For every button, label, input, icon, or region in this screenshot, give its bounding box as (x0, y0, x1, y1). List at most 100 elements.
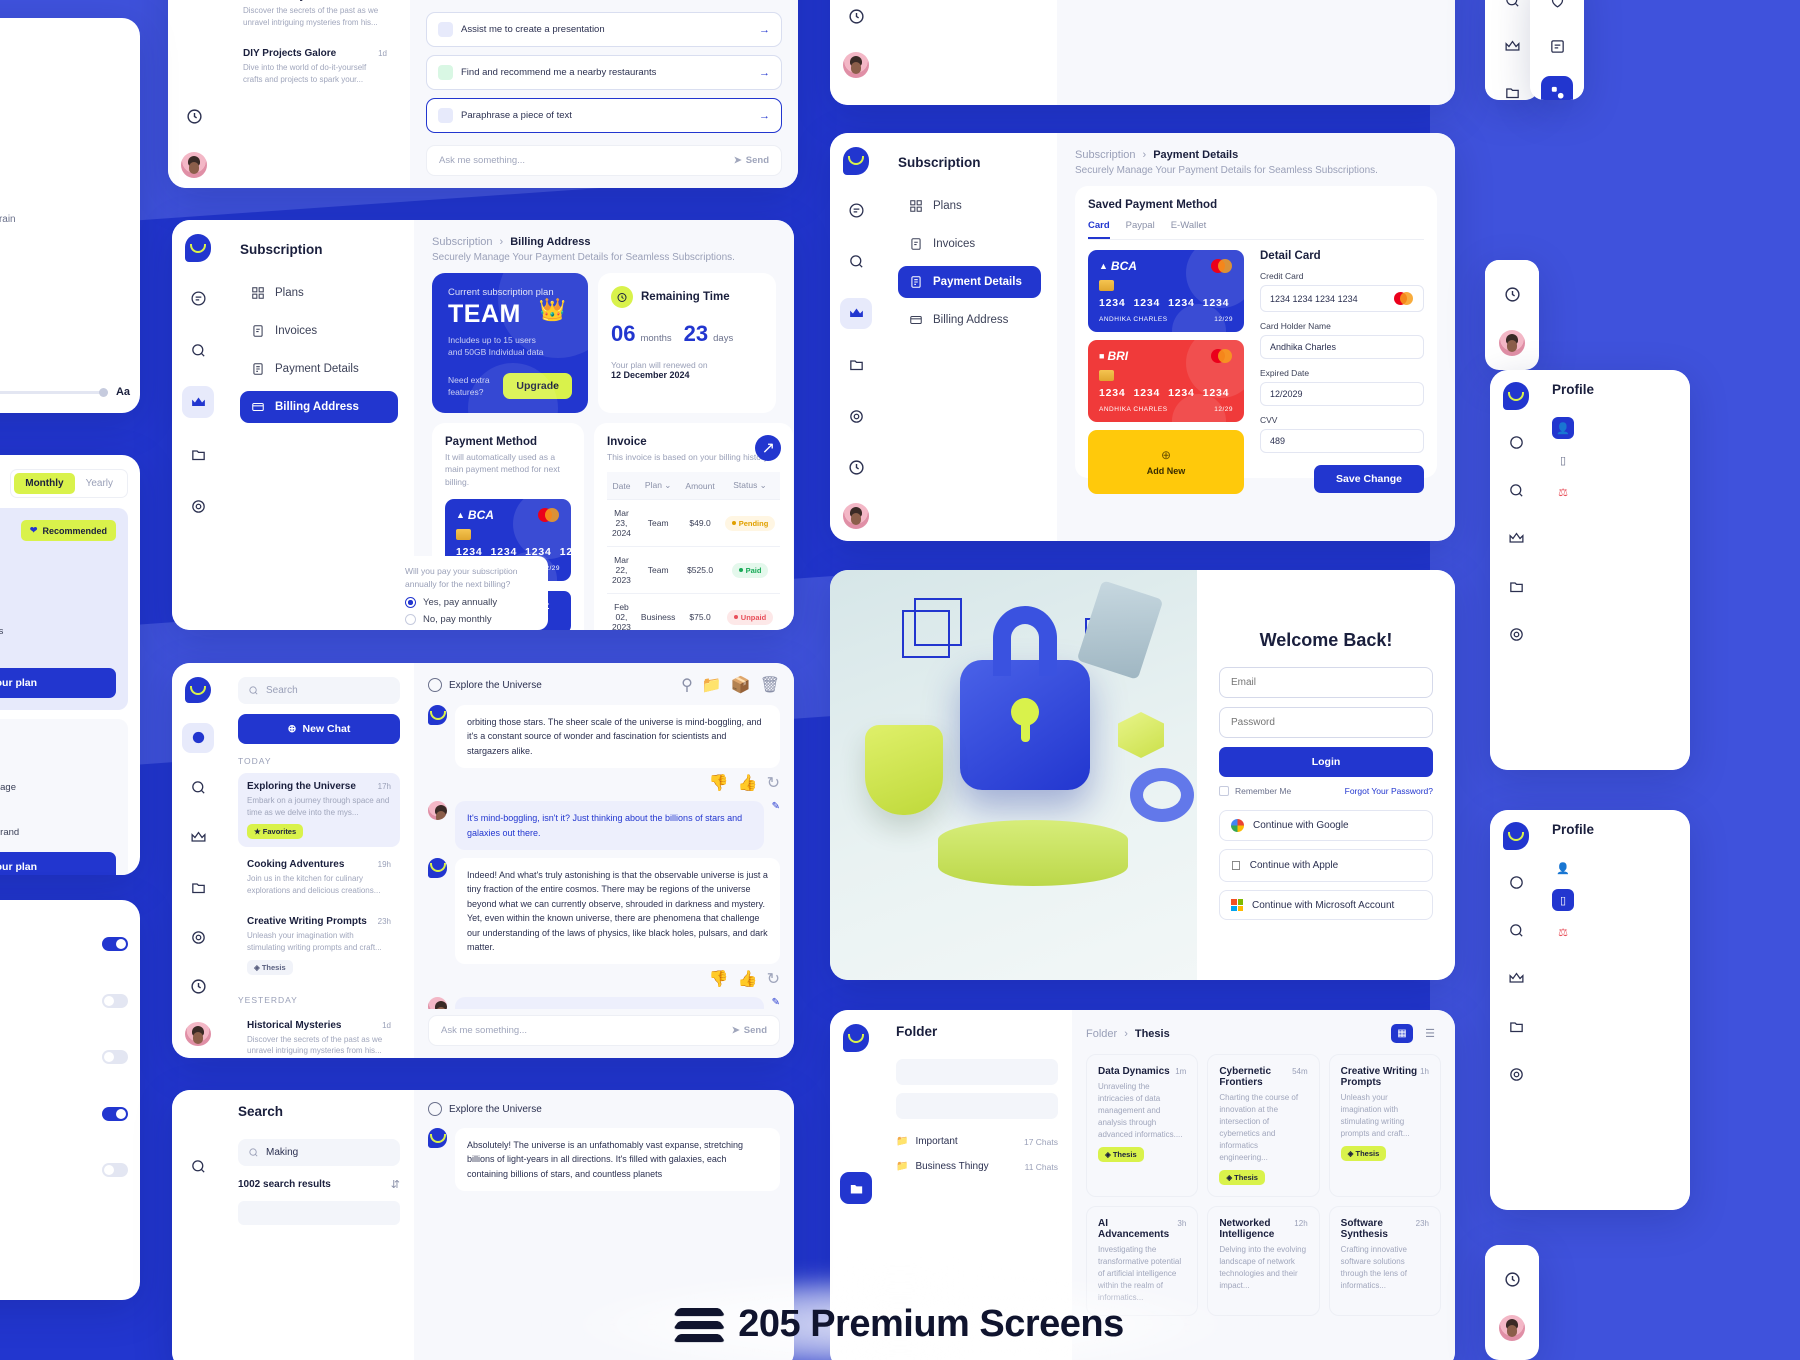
gear-icon[interactable] (840, 400, 872, 431)
suggestion-item[interactable]: Paraphrase a piece of text → (426, 98, 782, 133)
search-input[interactable]: Making (238, 1139, 400, 1166)
notification-toggle[interactable] (102, 1106, 128, 1121)
avatar[interactable] (185, 1021, 211, 1046)
crown-icon[interactable] (182, 823, 214, 853)
continue-with-google-button[interactable]: Continue with Google (1219, 810, 1433, 841)
toggle-monthly[interactable]: Monthly (14, 473, 75, 494)
start-your-plan-button-2[interactable]: Start your plan (0, 852, 116, 875)
breadcrumb-root[interactable]: Subscription (432, 236, 493, 248)
expand-button[interactable]: ↗ (755, 434, 782, 461)
sidebar-item-plans[interactable]: Plans (898, 190, 1041, 222)
column-header[interactable]: Status ⌄ (719, 472, 781, 500)
avatar[interactable] (843, 503, 869, 530)
search-icon[interactable] (1500, 914, 1532, 946)
edit-icon[interactable]: ✎ (772, 997, 780, 1008)
list-item[interactable]: Historical Mysteries 1d Discover the secr… (238, 1012, 400, 1058)
shield-icon[interactable] (1541, 0, 1573, 16)
profile-item-account[interactable]: 👤 (1552, 417, 1574, 439)
breadcrumb-root[interactable]: Subscription (1075, 149, 1136, 161)
notification-toggle[interactable] (102, 1050, 128, 1064)
search-icon[interactable] (182, 334, 214, 366)
regenerate-icon[interactable]: ↻ (767, 773, 780, 793)
sidebar-item-billing-address[interactable]: Billing Address (240, 391, 398, 423)
avatar[interactable] (181, 152, 207, 178)
folder-sidebar-item[interactable]: 📁 Business Thingy 11 Chats (896, 1154, 1058, 1179)
suggestion-item[interactable]: Assist me to create a presentation → (426, 12, 782, 47)
profile-item-card[interactable]: ▯ (1552, 889, 1574, 911)
save-change-button[interactable]: Save Change (1314, 465, 1424, 493)
notification-toggle[interactable] (102, 937, 128, 951)
sidebar-item-invoices[interactable]: Invoices (240, 315, 398, 347)
search-icon[interactable] (840, 246, 872, 277)
start-your-plan-button[interactable]: Start your plan (0, 668, 116, 699)
send-button[interactable]: ➤ Send (732, 1025, 767, 1036)
billing-cycle-toggle[interactable]: Monthly Yearly (10, 469, 128, 498)
add-new-card-button[interactable]: ⊕ Add New (1088, 430, 1244, 494)
sidebar-item-payment-details[interactable]: Payment Details (240, 353, 398, 385)
folder-card[interactable]: Data Dynamics 1m Unraveling the intricac… (1086, 1054, 1199, 1197)
gear-icon[interactable] (1500, 1058, 1532, 1090)
message-input-bar[interactable]: Ask me something... ➤ Send (428, 1015, 780, 1046)
folder-card[interactable]: Cybernetic Frontiers 54m Charting the co… (1207, 1054, 1320, 1197)
folder-card[interactable]: Creative Writing Prompts 1h Unleash your… (1328, 1054, 1441, 1197)
note-icon[interactable] (1541, 30, 1573, 62)
folder-icon[interactable] (182, 872, 214, 902)
message-input[interactable]: Ask me something... (439, 155, 525, 166)
chat-icon[interactable] (840, 195, 872, 226)
search-icon[interactable] (182, 1150, 214, 1182)
folder-icon[interactable]: 📁 (702, 675, 722, 695)
list-view-button[interactable]: ☰ (1419, 1024, 1441, 1043)
crown-icon[interactable] (840, 297, 872, 329)
archive-icon[interactable]: 📦 (731, 675, 751, 695)
search-icon[interactable] (1500, 474, 1532, 506)
breadcrumb-root[interactable]: Folder (1086, 1028, 1117, 1040)
folder-icon[interactable] (1496, 76, 1528, 100)
avatar[interactable] (1499, 330, 1525, 356)
continue-with-microsoft-button[interactable]: Continue with Microsoft Account (1219, 890, 1433, 920)
gear-icon[interactable] (1500, 618, 1532, 650)
send-button[interactable]: ➤ Send (734, 155, 769, 166)
chat-icon[interactable] (182, 282, 214, 314)
folder-chip[interactable] (896, 1059, 1058, 1085)
crown-icon[interactable] (1500, 522, 1532, 554)
message-input[interactable]: Ask me something... (441, 1025, 527, 1036)
notification-toggle[interactable] (102, 993, 128, 1008)
tab-paypal[interactable]: Paypal (1126, 220, 1155, 239)
radio-yes-annually[interactable]: Yes, pay annually (405, 596, 539, 608)
chat-icon[interactable] (182, 723, 214, 753)
search-icon[interactable] (1496, 0, 1528, 16)
folder-icon[interactable] (182, 438, 214, 470)
history-icon[interactable] (178, 100, 210, 132)
thumbs-down-icon[interactable]: 👎 (709, 773, 729, 793)
edit-icon[interactable]: ✎ (772, 801, 780, 812)
sidebar-item-payment-details[interactable]: Payment Details (898, 266, 1041, 298)
folder-chip[interactable] (896, 1093, 1058, 1119)
sidebar-item-billing-address[interactable]: Billing Address (898, 304, 1041, 336)
chat-icon[interactable] (1500, 426, 1532, 458)
table-row[interactable]: Feb 02, 2023 Business $75.0 Unpaid (607, 593, 781, 630)
continue-with-apple-button[interactable]:  Continue with Apple (1219, 849, 1433, 882)
grid-view-button[interactable]: ▦ (1391, 1024, 1413, 1043)
login-button[interactable]: Login (1219, 747, 1433, 777)
list-item[interactable]: Historical Mysteries 1d Discover the secr… (234, 0, 396, 36)
message-input-bar[interactable]: Ask me something... ➤ Send (426, 145, 782, 176)
profile-item-security[interactable]: ⚖ (1552, 921, 1574, 943)
history-icon[interactable] (182, 972, 214, 1002)
credit-card-bca[interactable]: ▲BCA 1234123412341234 ANDHIKA CHARLES 12… (445, 498, 571, 581)
regenerate-icon[interactable]: ↻ (767, 969, 780, 989)
list-item[interactable]: DIY Projects Galore 1d Dive into the worl… (234, 40, 396, 93)
profile-item-security[interactable]: ⚖ (1552, 481, 1574, 503)
new-chat-button[interactable]: ⊕ New Chat (238, 714, 400, 744)
cvv-field[interactable]: 489 (1260, 429, 1424, 453)
history-icon[interactable] (1496, 1263, 1528, 1295)
tab-ewallet[interactable]: E-Wallet (1171, 220, 1207, 239)
trash-icon[interactable]: 🗑 (760, 675, 780, 695)
column-header[interactable]: Plan ⌄ (635, 472, 681, 500)
thumbs-up-icon[interactable]: 👍 (738, 969, 758, 989)
remember-me-checkbox[interactable]: Remember Me (1219, 786, 1291, 796)
credit-card-field[interactable]: 1234 1234 1234 1234 (1260, 285, 1424, 312)
notification-toggle[interactable] (102, 1163, 128, 1177)
thumbs-up-icon[interactable]: 👍 (738, 773, 758, 793)
folder-icon[interactable] (1500, 570, 1532, 602)
list-item[interactable]: Creative Writing Prompts 23h Unleash your… (238, 908, 400, 982)
